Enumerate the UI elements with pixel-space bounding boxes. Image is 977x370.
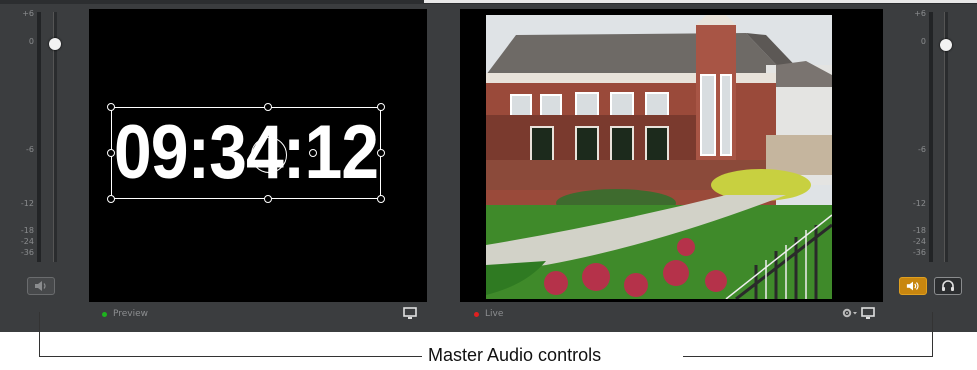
meter-label-minus12: -12 bbox=[912, 199, 926, 208]
callout-line-left-vertical bbox=[39, 312, 40, 357]
right-volume-knob[interactable] bbox=[940, 39, 952, 51]
monitor-icon[interactable] bbox=[403, 307, 417, 320]
resize-handle-t[interactable] bbox=[264, 103, 272, 111]
headphones-button[interactable] bbox=[934, 277, 962, 295]
gear-icon[interactable] bbox=[842, 308, 858, 319]
meter-label-minus24: -24 bbox=[912, 237, 926, 246]
rotation-handle[interactable] bbox=[251, 137, 287, 173]
meter-label-plus6: +6 bbox=[914, 9, 926, 18]
meter-label-minus18: -18 bbox=[912, 226, 926, 235]
callout-line-left-horizontal bbox=[39, 356, 422, 357]
left-volume-knob[interactable] bbox=[49, 38, 61, 50]
resize-handle-r[interactable] bbox=[377, 149, 385, 157]
preview-status: Preview bbox=[102, 307, 148, 321]
switcher-panel: +6 0 -6 -12 -18 -24 -36 09:34:12 Preview… bbox=[0, 0, 977, 332]
rotation-pivot[interactable] bbox=[309, 149, 317, 157]
top-border-light bbox=[424, 0, 977, 3]
preview-indicator bbox=[102, 311, 107, 317]
meter-label-0: 0 bbox=[28, 37, 34, 46]
monitor-icon[interactable] bbox=[861, 307, 875, 320]
preview-monitor[interactable]: 09:34:12 bbox=[89, 9, 427, 302]
live-camera-image bbox=[486, 15, 832, 299]
mute-button[interactable] bbox=[27, 277, 55, 295]
right-audio-meter: +6 0 -6 -12 -18 -24 -36 bbox=[900, 8, 968, 268]
live-indicator bbox=[474, 311, 479, 317]
meter-label-minus6: -6 bbox=[26, 145, 34, 154]
meter-label-plus6: +6 bbox=[22, 9, 34, 18]
left-meter-scale: +6 0 -6 -12 -18 -24 -36 bbox=[8, 8, 34, 268]
meter-label-minus24: -24 bbox=[20, 237, 34, 246]
resize-handle-tr[interactable] bbox=[377, 103, 385, 111]
preview-label: Preview bbox=[113, 309, 149, 319]
meter-label-0: 0 bbox=[920, 37, 926, 46]
callout-label: Master Audio controls bbox=[428, 345, 602, 365]
resize-handle-b[interactable] bbox=[264, 195, 272, 203]
left-level-bar bbox=[37, 12, 41, 262]
live-status: Live bbox=[474, 307, 503, 321]
callout-line-right-horizontal bbox=[683, 356, 933, 357]
meter-label-minus36: -36 bbox=[20, 248, 34, 257]
right-meter-scale: +6 0 -6 -12 -18 -24 -36 bbox=[900, 8, 926, 268]
resize-handle-br[interactable] bbox=[377, 195, 385, 203]
callout-line-right-vertical bbox=[932, 312, 933, 357]
resize-handle-bl[interactable] bbox=[107, 195, 115, 203]
speaker-muted-icon bbox=[35, 281, 46, 291]
speaker-button[interactable] bbox=[899, 277, 927, 295]
right-level-bar bbox=[929, 12, 933, 262]
meter-label-minus6: -6 bbox=[918, 145, 926, 154]
speaker-icon bbox=[906, 281, 919, 291]
clock-overlay[interactable]: 09:34:12 bbox=[107, 103, 385, 203]
resize-handle-tl[interactable] bbox=[107, 103, 115, 111]
live-label: Live bbox=[485, 309, 504, 319]
meter-label-minus18: -18 bbox=[20, 226, 34, 235]
left-audio-meter: +6 0 -6 -12 -18 -24 -36 bbox=[8, 8, 76, 268]
selection-box bbox=[111, 107, 381, 199]
resize-handle-l[interactable] bbox=[107, 149, 115, 157]
live-monitor[interactable] bbox=[460, 9, 883, 302]
meter-label-minus36: -36 bbox=[912, 248, 926, 257]
meter-label-minus12: -12 bbox=[20, 199, 34, 208]
headphones-icon bbox=[942, 280, 954, 291]
